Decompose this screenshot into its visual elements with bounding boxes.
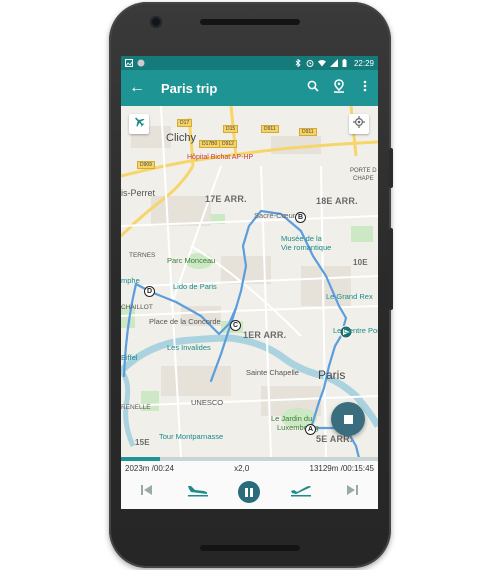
map-view[interactable]: Clichy is-Perret Hôpital Bichat AP-HP 17… xyxy=(121,106,378,457)
pause-button[interactable] xyxy=(235,478,263,506)
skip-previous-button[interactable] xyxy=(133,478,161,506)
playback-info: 2023m /00:24 x2,0 13129m /00:15:45 xyxy=(121,461,378,475)
map-label-centrepom: Le Centre Pom xyxy=(333,326,378,335)
route-marker-d[interactable]: D xyxy=(144,286,155,297)
map-label-sacre: Sacré-Cœur xyxy=(254,211,296,220)
playback-controls xyxy=(121,475,378,509)
playback-speed: x2,0 xyxy=(234,463,250,473)
stop-record-button[interactable] xyxy=(331,402,365,436)
bluetooth-icon xyxy=(294,58,302,68)
slower-button[interactable] xyxy=(184,478,212,506)
more-options-button[interactable] xyxy=(352,79,378,97)
airplane-landing-icon xyxy=(187,483,209,502)
airplane-icon xyxy=(133,115,146,133)
map-label-concorde: Place de la Concorde xyxy=(149,317,221,326)
road-tag: D17B0 xyxy=(199,140,221,148)
status-time: 22:29 xyxy=(353,58,374,68)
map-label-arr18: 18E ARR. xyxy=(316,196,358,206)
elapsed-distance-time: 2023m /00:24 xyxy=(125,463,174,473)
gps-crosshair-icon xyxy=(353,115,365,133)
map-label-invalides: Les Invalides xyxy=(167,343,211,352)
page-title: Paris trip xyxy=(161,80,218,96)
top-speaker xyxy=(200,19,300,25)
map-label-lido: Lido de Paris xyxy=(173,282,217,291)
airplane-takeoff-icon xyxy=(290,483,312,502)
map-label-musee: Musée de la xyxy=(281,234,322,243)
location-pin-icon xyxy=(333,78,345,98)
front-camera xyxy=(150,16,162,28)
map-label-monceau: Parc Monceau xyxy=(167,256,216,265)
gallery-icon xyxy=(125,59,133,67)
map-label-porte: PORTE D xyxy=(350,168,377,174)
alarm-icon xyxy=(306,59,314,67)
map-label-grandrex: Le Grand Rex xyxy=(326,292,373,301)
map-label-perret: is-Perret xyxy=(121,188,156,198)
volume-button xyxy=(389,228,393,310)
map-label-hopital: Hôpital Bichat AP-HP xyxy=(187,154,254,161)
road-tag: D912 xyxy=(219,140,237,148)
skip-next-icon xyxy=(345,483,359,502)
road-tag: D911 xyxy=(299,128,317,136)
signal-icon xyxy=(329,59,338,67)
bottom-speaker xyxy=(200,545,300,551)
location-button[interactable] xyxy=(326,78,352,98)
faster-button[interactable] xyxy=(287,478,315,506)
map-label-arr1: 1ER ARR. xyxy=(243,330,287,340)
map-label-ternes: TERNES xyxy=(129,252,156,259)
app-bar: ← Paris trip xyxy=(121,70,378,106)
road-tag: D15 xyxy=(223,125,239,133)
pause-icon xyxy=(238,481,261,503)
app-notification-icon xyxy=(137,59,145,67)
wifi-icon xyxy=(317,59,326,67)
route-marker-c[interactable]: C xyxy=(230,320,241,331)
status-bar: 22:29 xyxy=(121,56,378,70)
skip-previous-icon xyxy=(140,483,154,502)
map-label-omphe: mphe xyxy=(121,276,140,285)
map-label-chaillot: CHAILLOT xyxy=(121,304,153,311)
back-button[interactable]: ← xyxy=(121,79,153,97)
map-label-eiffel: Eiffel xyxy=(121,353,138,362)
map-label-grenelle: RENELLE xyxy=(121,404,151,411)
screen: 22:29 ← Paris trip Clichy is-Perret Hôpi… xyxy=(121,56,378,509)
battery-icon xyxy=(342,59,350,67)
road-tag: D17 xyxy=(177,119,193,127)
map-label-unesco: UNESCO xyxy=(191,398,224,407)
map-label-montparnasse: Tour Montparnasse xyxy=(159,432,224,441)
map-label-clichy: Clichy xyxy=(166,132,196,144)
power-button xyxy=(389,148,393,188)
route-marker-b[interactable]: B xyxy=(295,212,306,223)
total-distance-time: 13129m /00:15:45 xyxy=(309,463,375,473)
search-icon xyxy=(307,79,319,97)
route-marker-a[interactable]: A xyxy=(305,424,316,435)
stop-icon xyxy=(343,414,353,424)
search-button[interactable] xyxy=(300,79,326,97)
map-label-jardin1: Le Jardin du xyxy=(271,414,313,423)
skip-next-button[interactable] xyxy=(338,478,366,506)
more-vert-icon xyxy=(363,79,367,97)
map-label-arr17: 17E ARR. xyxy=(205,194,247,204)
road-tag: D909 xyxy=(137,161,155,169)
map-label-arr15: 15E xyxy=(135,438,150,447)
flight-mode-button[interactable] xyxy=(129,114,149,134)
map-label-paris: Paris xyxy=(318,368,346,382)
map-label-arr10: 10E xyxy=(353,258,368,267)
map-label-chapelle: Sainte Chapelle xyxy=(246,368,299,377)
road-tag: D911 xyxy=(261,125,279,133)
map-label-vie: Vie romantique xyxy=(281,243,332,252)
back-arrow-icon: ← xyxy=(129,79,145,96)
map-label-chape: CHAPE xyxy=(353,176,374,182)
my-location-button[interactable] xyxy=(349,114,369,134)
